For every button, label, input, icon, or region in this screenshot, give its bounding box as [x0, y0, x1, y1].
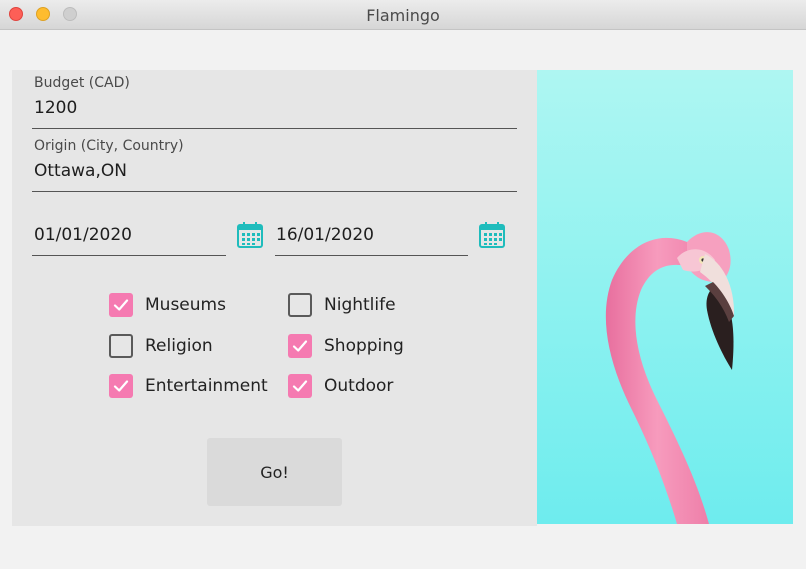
flamingo-illustration	[537, 70, 793, 524]
outdoor-label: Outdoor	[324, 376, 394, 396]
budget-label: Budget (CAD)	[34, 75, 130, 91]
end-date-calendar-icon	[479, 222, 505, 248]
entertainment-label: Entertainment	[145, 376, 268, 396]
start-date-underline	[32, 255, 226, 256]
outdoor-checkbox-row[interactable]: Outdoor	[288, 374, 393, 398]
entertainment-checkbox[interactable]	[109, 374, 133, 398]
end-date-input[interactable]: 16/01/2020	[276, 225, 374, 245]
shopping-label: Shopping	[324, 336, 404, 356]
app-window: Flamingo Budget (CAD) 1200 Origin (City,…	[0, 0, 806, 569]
religion-checkbox-row[interactable]: Religion	[109, 334, 213, 358]
museums-checkbox[interactable]	[109, 293, 133, 317]
title-bar: Flamingo	[0, 0, 806, 30]
trip-form-panel: Budget (CAD) 1200 Origin (City, Country)…	[12, 70, 537, 526]
end-date-underline	[275, 255, 468, 256]
shopping-checkbox[interactable]	[288, 334, 312, 358]
checkmark-icon	[292, 340, 308, 352]
start-date-input[interactable]: 01/01/2020	[34, 225, 132, 245]
museums-label: Museums	[145, 295, 226, 315]
origin-underline	[32, 191, 517, 192]
religion-checkbox[interactable]	[109, 334, 133, 358]
checkmark-icon	[292, 380, 308, 392]
calendar-icon[interactable]	[237, 222, 263, 248]
religion-label: Religion	[145, 336, 213, 356]
nightlife-checkbox[interactable]	[288, 293, 312, 317]
outdoor-checkbox[interactable]	[288, 374, 312, 398]
start-date-calendar-icon	[237, 222, 263, 248]
budget-underline	[32, 128, 517, 129]
shopping-checkbox-row[interactable]: Shopping	[288, 334, 404, 358]
window-title: Flamingo	[366, 6, 440, 25]
origin-label: Origin (City, Country)	[34, 138, 184, 154]
checkmark-icon	[113, 299, 129, 311]
go-button[interactable]: Go!	[207, 438, 342, 506]
checkmark-icon	[113, 380, 129, 392]
nightlife-label: Nightlife	[324, 295, 396, 315]
museums-checkbox-row[interactable]: Museums	[109, 293, 226, 317]
origin-input[interactable]: Ottawa,ON	[34, 161, 127, 181]
flamingo-photo	[537, 70, 793, 524]
entertainment-checkbox-row[interactable]: Entertainment	[109, 374, 268, 398]
calendar-icon[interactable]	[479, 222, 505, 248]
nightlife-checkbox-row[interactable]: Nightlife	[288, 293, 396, 317]
budget-input[interactable]: 1200	[34, 98, 77, 118]
